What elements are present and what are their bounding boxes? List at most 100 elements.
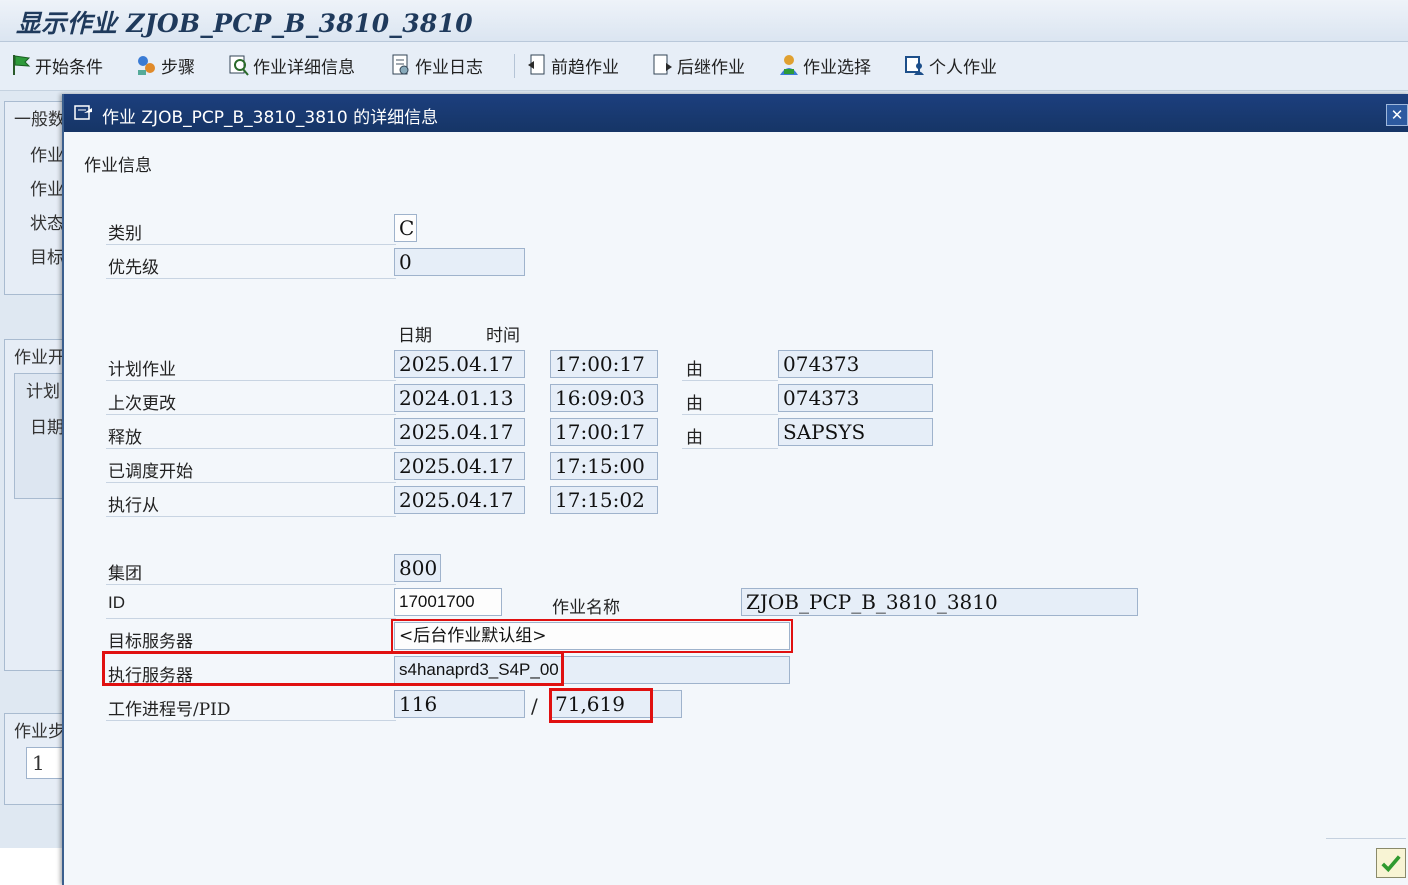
release-label: 释放 [108,428,142,448]
successor-job-label: 后继作业 [677,57,745,78]
predecessor-job-button[interactable]: 前趋作业 [526,50,619,80]
toolbar-separator [514,54,515,78]
category-field: C [394,214,417,242]
own-jobs-button[interactable]: 个人作业 [904,50,997,80]
row-divider [106,278,396,279]
last-changed-time-field: 16:09:03 [550,384,658,412]
row-divider [682,448,778,449]
confirm-button[interactable] [1376,848,1406,878]
time-column-header: 时间 [486,326,520,346]
predecessor-job-icon [526,53,548,77]
status-area [0,848,70,885]
title-bar: 显示作业 ZJOB_PCP_B_3810_3810 [0,0,1408,42]
general-data-heading: 一般数 [14,110,65,130]
job-log-button[interactable]: 作业日志 [390,50,483,80]
checkmark-icon [1381,855,1401,873]
row-divider [682,414,778,415]
job-selection-button[interactable]: 作业选择 [778,50,871,80]
focus-corner [391,619,397,653]
job-details-label: 作业详细信息 [253,57,355,78]
priority-label: 优先级 [108,258,159,278]
target-server-label: 目标服务器 [108,632,193,652]
row-divider [106,380,396,381]
job-name-label: 作业名称 [552,598,620,618]
job-details-button[interactable]: 作业详细信息 [228,50,355,80]
row-divider [106,414,396,415]
schedule-user-field: 074373 [778,350,933,378]
row-divider [106,244,396,245]
job-selection-label: 作业选择 [803,57,871,78]
scheduled-start-time-field: 17:15:00 [550,452,658,480]
bg-row-label: 状态 [30,214,64,234]
row-divider [106,482,396,483]
by-label: 由 [686,394,703,414]
bg-row-label: 作业 [30,180,64,200]
scheduled-start-label: 已调度开始 [108,462,193,482]
schedule-date-field: 2025.04.17 [394,350,525,378]
section-title: 作业信息 [84,156,152,176]
steps-icon [136,53,158,77]
last-changed-user-field: 074373 [778,384,933,412]
start-condition-label: 开始条件 [35,57,103,78]
work-process-pid-label: 工作进程号/PID [108,700,231,720]
own-jobs-icon [904,53,926,77]
successor-job-button[interactable]: 后继作业 [652,50,745,80]
schedule-sub-heading: 计划 [26,382,60,402]
scheduled-start-date-field: 2025.04.17 [394,452,525,480]
dialog-title: 作业 ZJOB_PCP_B_3810_3810 的详细信息 [102,108,439,128]
row-divider [106,584,396,585]
footer-divider [1326,838,1406,839]
row-divider [106,618,396,619]
successor-job-icon [652,53,674,77]
executed-from-time-field: 17:15:02 [550,486,658,514]
row-divider [682,380,778,381]
application-toolbar: 开始条件 步骤 作业详细信息 作业日志 前趋作业 后继作业 作业选择 个人作业 [0,42,1408,91]
job-id-field: 17001700 [394,588,502,616]
predecessor-job-label: 前趋作业 [551,57,619,78]
job-steps-heading: 作业步 [14,722,65,742]
app-title: 显示作业 ZJOB_PCP_B_3810_3810 [16,9,473,38]
priority-field: 0 [394,248,525,276]
dialog-window-icon [74,104,94,122]
job-details-dialog: 作业 ZJOB_PCP_B_3810_3810 的详细信息 ✕ 作业信息 类别 … [62,94,1408,885]
steps-label: 步骤 [161,57,195,78]
last-changed-label: 上次更改 [108,394,176,414]
bg-row-label: 作业 [30,146,64,166]
executed-from-label: 执行从 [108,496,159,516]
wp-pid-separator: / [531,694,538,718]
job-log-icon [390,53,412,77]
job-log-label: 作业日志 [415,57,483,78]
last-changed-date-field: 2024.01.13 [394,384,525,412]
start-condition-button[interactable]: 开始条件 [10,50,103,80]
step-number: 1 [32,751,45,775]
focus-corner [787,619,793,653]
exec-server-highlight [102,651,564,686]
release-time-field: 17:00:17 [550,418,658,446]
steps-button[interactable]: 步骤 [136,50,195,80]
own-jobs-label: 个人作业 [929,57,997,78]
client-label: 集团 [108,564,142,584]
job-selection-icon [778,53,800,77]
pid-highlight [549,688,653,723]
dialog-header: 作业 ZJOB_PCP_B_3810_3810 的详细信息 ✕ [64,94,1408,132]
release-user-field: SAPSYS [778,418,933,446]
id-label: ID [108,593,125,612]
row-divider [106,720,396,721]
bg-row-label: 目标 [30,248,64,268]
job-start-heading: 作业开 [14,348,65,368]
by-label: 由 [686,360,703,380]
client-field: 800 [394,554,441,582]
row-divider [106,448,396,449]
executed-from-date-field: 2025.04.17 [394,486,525,514]
by-label: 由 [686,428,703,448]
flag-icon [10,53,32,77]
date-column-header: 日期 [398,326,432,346]
category-label: 类别 [108,224,142,244]
close-icon[interactable]: ✕ [1386,104,1408,126]
row-divider [106,516,396,517]
job-details-icon [228,53,250,77]
schedule-label: 计划作业 [108,360,176,380]
bg-date-label: 日期 [30,418,64,438]
schedule-time-field: 17:00:17 [550,350,658,378]
release-date-field: 2025.04.17 [394,418,525,446]
